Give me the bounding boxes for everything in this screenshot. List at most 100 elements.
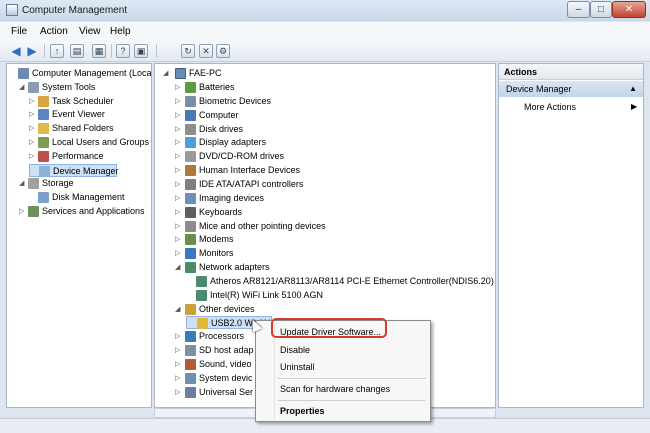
expand-icon[interactable]: ▷ [175,150,183,163]
expand-icon[interactable]: ▷ [175,95,183,108]
expand-icon[interactable]: ▷ [175,247,183,260]
menu-action[interactable]: Action [40,26,68,37]
expand-icon[interactable]: ▷ [29,122,37,135]
help-icon[interactable]: ? [116,44,130,58]
device-category-icon [196,275,207,287]
expand-icon[interactable]: ▷ [175,192,183,205]
maximize-button[interactable]: □ [590,1,612,18]
collapse-icon[interactable]: ◢ [19,81,27,94]
console-tree-label: Event Viewer [52,109,105,120]
device-category-icon [185,345,196,357]
expand-icon[interactable]: ▷ [175,136,183,149]
show-hide-tree-icon[interactable]: ▤ [70,44,84,58]
actions-pane: Actions Device Manager ▲ More Actions ▶ [498,63,644,408]
properties-icon[interactable]: ▦ [92,44,106,58]
device-category-icon [185,123,196,135]
collapse-icon[interactable]: ◢ [175,261,183,274]
actions-header: Actions [499,64,643,80]
console-tree-label: Computer Management (Local [32,68,152,78]
device-tree-label: Sound, video [199,359,252,369]
device-tree-label: Modems [199,234,234,245]
console-tree-item[interactable]: Device Manager [29,163,119,177]
device-tree-label: Keyboards [199,206,243,217]
device-category-icon [197,318,208,330]
device-tree-label: Human Interface Devices [199,165,301,176]
collapse-icon[interactable]: ◢ [163,67,171,80]
device-category-icon [185,95,196,107]
device-category-icon [196,289,207,301]
tree-node-icon [39,165,50,177]
device-category-icon [185,234,196,246]
expand-icon[interactable]: ▷ [175,81,183,94]
device-category-icon [185,178,196,190]
expand-icon[interactable]: ▷ [175,344,183,357]
device-category-icon [185,386,196,398]
expand-icon[interactable]: ▷ [29,95,37,108]
up-folder-icon[interactable]: ↑ [50,44,64,58]
device-tree-label: Universal Ser [199,386,254,397]
device-category-icon [185,151,196,163]
tree-node-icon [38,150,49,162]
device-tree-label: System devic [199,372,253,383]
collapse-icon[interactable]: ◢ [175,303,183,316]
toolbar: ◀ ▶ ↑ ▤ ▦ ? ▣ ↻ ✕ ⚙ [0,40,650,62]
device-tree-label: Batteries [199,82,235,92]
device-category-icon [185,192,196,204]
forward-arrow-icon[interactable]: ▶ [25,44,39,58]
submenu-arrow-icon: ▶ [631,102,638,111]
expand-icon[interactable]: ▷ [29,108,37,121]
title-bar[interactable]: Computer Management – □ ✕ [0,0,650,21]
computer-icon [175,68,186,79]
computer-management-window: Computer Management – □ ✕ File Action Vi… [0,0,650,433]
expand-icon[interactable]: ▷ [175,386,183,399]
menu-file[interactable]: File [11,26,27,37]
device-tree-label: DVD/CD-ROM drives [199,151,285,162]
uninstall-icon[interactable]: ✕ [199,44,213,58]
console-tree-pane: Computer Management (Local ◢ System Tools ▷… [6,63,152,408]
expand-icon[interactable]: ▷ [175,372,183,385]
toolbar-separator [156,44,157,58]
device-tree-label: Mice and other pointing devices [199,220,326,231]
device-category-icon [185,372,196,384]
scan-hardware-icon[interactable]: ⚙ [216,44,230,58]
menu-view[interactable]: View [79,26,101,37]
device-tree-label: Processors [199,331,245,342]
device-tree-label: Imaging devices [199,192,265,203]
menu-disable[interactable]: Disable [280,345,310,355]
minimize-button[interactable]: – [567,1,590,18]
device-tree-label: Other devices [199,303,255,314]
device-category-icon [185,165,196,177]
collapse-caret-icon[interactable]: ▲ [629,81,637,97]
tree-node-icon [38,123,49,135]
close-button[interactable]: ✕ [612,1,646,18]
expand-icon[interactable]: ▷ [175,164,183,177]
more-actions-link[interactable]: More Actions [524,102,576,112]
expand-icon[interactable]: ▷ [29,136,37,149]
action-pane-icon[interactable]: ▣ [134,44,148,58]
update-driver-icon[interactable]: ↻ [181,44,195,58]
device-category-icon [185,109,196,121]
context-menu-separator [278,378,426,379]
expand-icon[interactable]: ▷ [175,109,183,122]
expand-icon[interactable]: ▷ [175,123,183,136]
menu-uninstall[interactable]: Uninstall [280,362,315,372]
menu-properties[interactable]: Properties [280,406,325,416]
device-tree-label: Monitors [199,248,234,259]
expand-icon[interactable]: ▷ [175,178,183,191]
expand-icon[interactable]: ▷ [175,330,183,343]
expand-icon[interactable]: ▷ [175,358,183,371]
expand-icon[interactable]: ▷ [175,206,183,219]
computer-management-icon [6,4,18,16]
menu-help[interactable]: Help [110,26,131,37]
collapse-icon[interactable]: ◢ [19,177,27,190]
expand-icon[interactable]: ▷ [29,150,37,163]
window-title: Computer Management [22,5,128,16]
menu-scan-hardware-changes[interactable]: Scan for hardware changes [280,384,390,394]
device-category-icon [185,331,196,343]
expand-icon[interactable]: ▷ [19,205,27,218]
expand-icon[interactable]: ▷ [175,233,183,246]
expand-icon[interactable]: ▷ [175,220,183,233]
tree-node-icon [38,137,49,148]
actions-group-device-manager[interactable]: Device Manager ▲ [499,81,643,97]
back-arrow-icon[interactable]: ◀ [9,44,23,58]
